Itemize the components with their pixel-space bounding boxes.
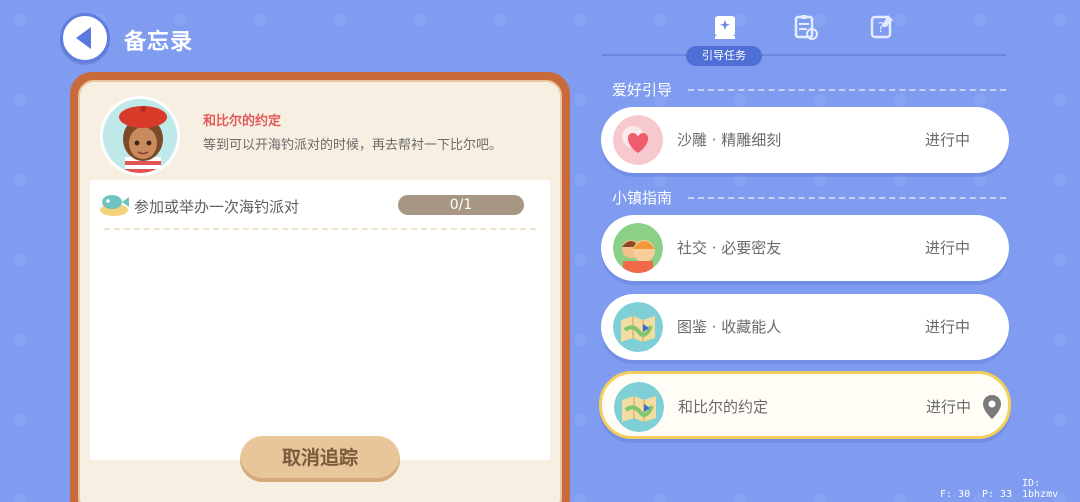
quest-status: 进行中 xyxy=(925,131,971,149)
map-icon xyxy=(613,302,663,352)
quest-name: 和比尔的约定 xyxy=(678,398,769,416)
quest-status: 进行中 xyxy=(926,398,972,416)
quest-item-social[interactable]: 社交 · 必要密友 进行中 xyxy=(601,215,1009,281)
quest-status: 进行中 xyxy=(925,318,971,336)
task-progress-bar: 0/1 xyxy=(398,195,524,215)
heart-bubble-icon xyxy=(613,115,663,165)
quest-detail-inner: 和比尔的约定 等到可以开海钓派对的时候，再去帮衬一下比尔吧。 参加或举办一次海钓… xyxy=(78,80,562,502)
quest-name: 沙雕 · 精雕细刻 xyxy=(677,131,782,149)
quest-item-sandcarving[interactable]: 沙雕 · 精雕细刻 进行中 xyxy=(601,107,1009,173)
debug-ping: P: 33 xyxy=(982,489,1013,500)
quest-item-collection[interactable]: 图鉴 · 收藏能人 进行中 xyxy=(601,294,1009,360)
back-arrow-icon xyxy=(75,27,91,49)
npc-quest-description: 等到可以开海钓派对的时候，再去帮衬一下比尔吧。 xyxy=(203,138,503,153)
back-button[interactable] xyxy=(60,13,110,63)
npc-quest-name: 和比尔的约定 xyxy=(203,114,282,129)
quest-status: 进行中 xyxy=(925,239,971,257)
section-divider xyxy=(688,197,1006,199)
task-text: 参加或举办一次海钓派对 xyxy=(134,198,300,216)
npc-avatar xyxy=(100,96,180,176)
divider xyxy=(104,228,536,230)
npc-portrait-icon xyxy=(103,99,177,173)
tab-underline xyxy=(602,54,1006,56)
debug-fps: F: 30 xyxy=(940,489,971,500)
task-panel: 参加或举办一次海钓派对 0/1 xyxy=(90,180,550,460)
quest-name: 图鉴 · 收藏能人 xyxy=(677,318,782,336)
section-title-town: 小镇指南 xyxy=(612,189,673,207)
guide-book-icon[interactable] xyxy=(710,12,740,42)
quest-item-bill-promise[interactable]: 和比尔的约定 进行中 xyxy=(599,371,1011,439)
map-icon xyxy=(614,382,664,432)
debug-id: ID: 1bhzmv xyxy=(1022,478,1059,500)
location-pin-icon[interactable] xyxy=(982,394,1002,420)
cancel-tracking-button[interactable]: 取消追踪 xyxy=(240,436,400,482)
friends-icon xyxy=(613,223,663,273)
tab-guide-tasks[interactable]: 引导任务 xyxy=(686,46,762,66)
notebook-question-icon[interactable]: ? xyxy=(866,12,896,42)
page-title: 备忘录 xyxy=(124,30,194,55)
quest-detail-card: 和比尔的约定 等到可以开海钓派对的时候，再去帮衬一下比尔吧。 参加或举办一次海钓… xyxy=(70,72,570,502)
section-title-hobby: 爱好引导 xyxy=(612,81,673,99)
clipboard-icon[interactable] xyxy=(790,12,820,42)
quest-name: 社交 · 必要密友 xyxy=(677,239,782,257)
section-divider xyxy=(688,89,1006,91)
fishing-party-icon xyxy=(98,190,130,218)
